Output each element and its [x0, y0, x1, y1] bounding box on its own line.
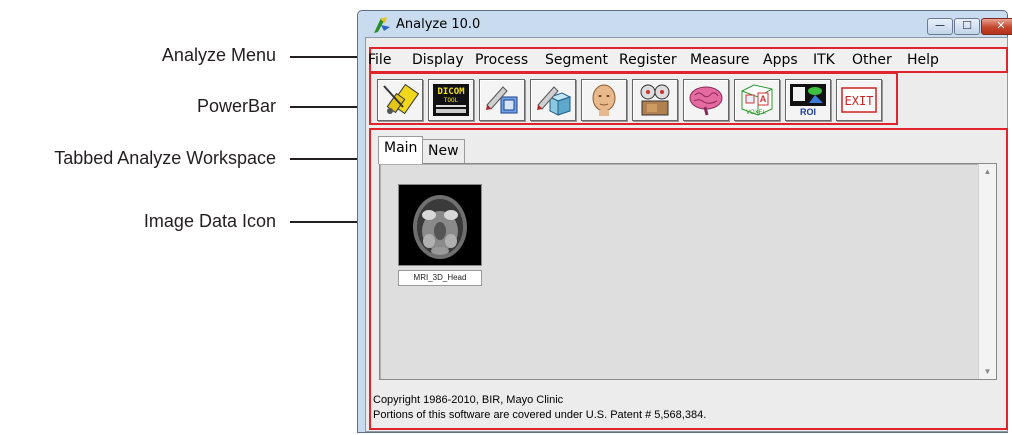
- menu-apps[interactable]: Apps: [763, 52, 798, 68]
- brain-button[interactable]: [683, 79, 729, 121]
- volume-edit-button[interactable]: [479, 79, 525, 121]
- maximize-button[interactable]: ☐: [954, 18, 980, 35]
- powerbar: DICOM TOOL A VOXEL ROI EXIT: [369, 72, 898, 125]
- roi-button[interactable]: ROI: [785, 79, 831, 121]
- mri-thumbnail: [398, 184, 482, 266]
- minimize-button[interactable]: —: [927, 18, 953, 35]
- copyright-footer: Copyright 1986-2010, BIR, Mayo Clinic Po…: [373, 393, 706, 423]
- exit-label: EXIT: [845, 94, 874, 108]
- callout-analyze-menu: Analyze Menu: [161, 45, 276, 65]
- image-data-icon-label: MRI_3D_Head: [398, 270, 482, 286]
- minimize-icon: —: [935, 20, 945, 30]
- close-icon: ✕: [996, 20, 1006, 32]
- scroll-down-icon[interactable]: ▼: [979, 367, 996, 376]
- mri-head-image: [399, 185, 481, 265]
- dicom-tool-icon: DICOM TOOL: [433, 84, 469, 116]
- analyze-menu-bar: File Display Process Segment Register Me…: [368, 47, 1008, 73]
- tabbed-workspace: Main New MRI_3D_Head ▲ ▼ Copyright 1986-…: [369, 128, 1008, 430]
- window-title: Analyze 10.0: [396, 17, 481, 32]
- patent-line: Portions of this software are covered un…: [373, 409, 707, 421]
- tab-main[interactable]: Main: [378, 136, 424, 164]
- close-button[interactable]: ✕: [981, 18, 1012, 35]
- menu-help[interactable]: Help: [907, 52, 939, 68]
- volume-cube-button[interactable]: [530, 79, 576, 121]
- callout-tabbed-workspace: Tabbed Analyze Workspace: [54, 148, 276, 168]
- voxel-icon: A VOXEL: [741, 84, 773, 116]
- movie-reel-button[interactable]: [632, 79, 678, 121]
- callout-powerbar: PowerBar: [196, 96, 276, 116]
- menu-segment[interactable]: Segment: [545, 52, 608, 68]
- roi-icon: ROI: [790, 84, 826, 117]
- load-data-button[interactable]: [377, 79, 423, 121]
- voxel-label: VOXEL: [746, 110, 767, 116]
- workspace-vertical-scrollbar[interactable]: ▲ ▼: [978, 164, 996, 379]
- dicom-label-1: DICOM: [437, 87, 465, 97]
- movie-reel-icon: [640, 84, 670, 116]
- menu-register[interactable]: Register: [619, 52, 677, 68]
- menu-display[interactable]: Display: [412, 52, 464, 68]
- image-data-icon[interactable]: MRI_3D_Head: [398, 184, 484, 288]
- exit-button[interactable]: EXIT: [836, 79, 882, 121]
- menu-measure[interactable]: Measure: [690, 52, 750, 68]
- head-render-button[interactable]: [581, 79, 627, 121]
- brain-icon: [689, 86, 723, 116]
- menu-file[interactable]: File: [368, 52, 391, 68]
- dicom-label-2: TOOL: [444, 97, 459, 104]
- exit-icon: EXIT: [841, 87, 877, 113]
- analyze-app-icon: [374, 17, 390, 33]
- menu-process[interactable]: Process: [475, 52, 528, 68]
- menu-other[interactable]: Other: [852, 52, 892, 68]
- load-data-icon: [383, 83, 419, 115]
- title-bar[interactable]: Analyze 10.0 — ☐ ✕: [358, 11, 1012, 37]
- volume-edit-icon: [486, 86, 518, 114]
- head-render-icon: [592, 84, 616, 116]
- dicom-tool-button[interactable]: DICOM TOOL: [428, 79, 474, 121]
- menu-itk[interactable]: ITK: [813, 52, 835, 68]
- copyright-line: Copyright 1986-2010, BIR, Mayo Clinic: [373, 394, 564, 406]
- roi-label: ROI: [800, 107, 816, 117]
- callout-image-data-icon: Image Data Icon: [143, 211, 276, 231]
- maximize-icon: ☐: [962, 20, 972, 32]
- workspace-pane[interactable]: MRI_3D_Head ▲ ▼: [379, 163, 997, 380]
- voxel-button[interactable]: A VOXEL: [734, 79, 780, 121]
- analyze-window: Analyze 10.0 — ☐ ✕ File Display Process …: [357, 10, 1012, 433]
- window-client-area: File Display Process Segment Register Me…: [365, 37, 1008, 432]
- scroll-up-icon[interactable]: ▲: [979, 167, 996, 176]
- tab-new[interactable]: New: [422, 139, 465, 164]
- volume-cube-icon: [537, 86, 572, 116]
- svg-text:A: A: [760, 94, 767, 104]
